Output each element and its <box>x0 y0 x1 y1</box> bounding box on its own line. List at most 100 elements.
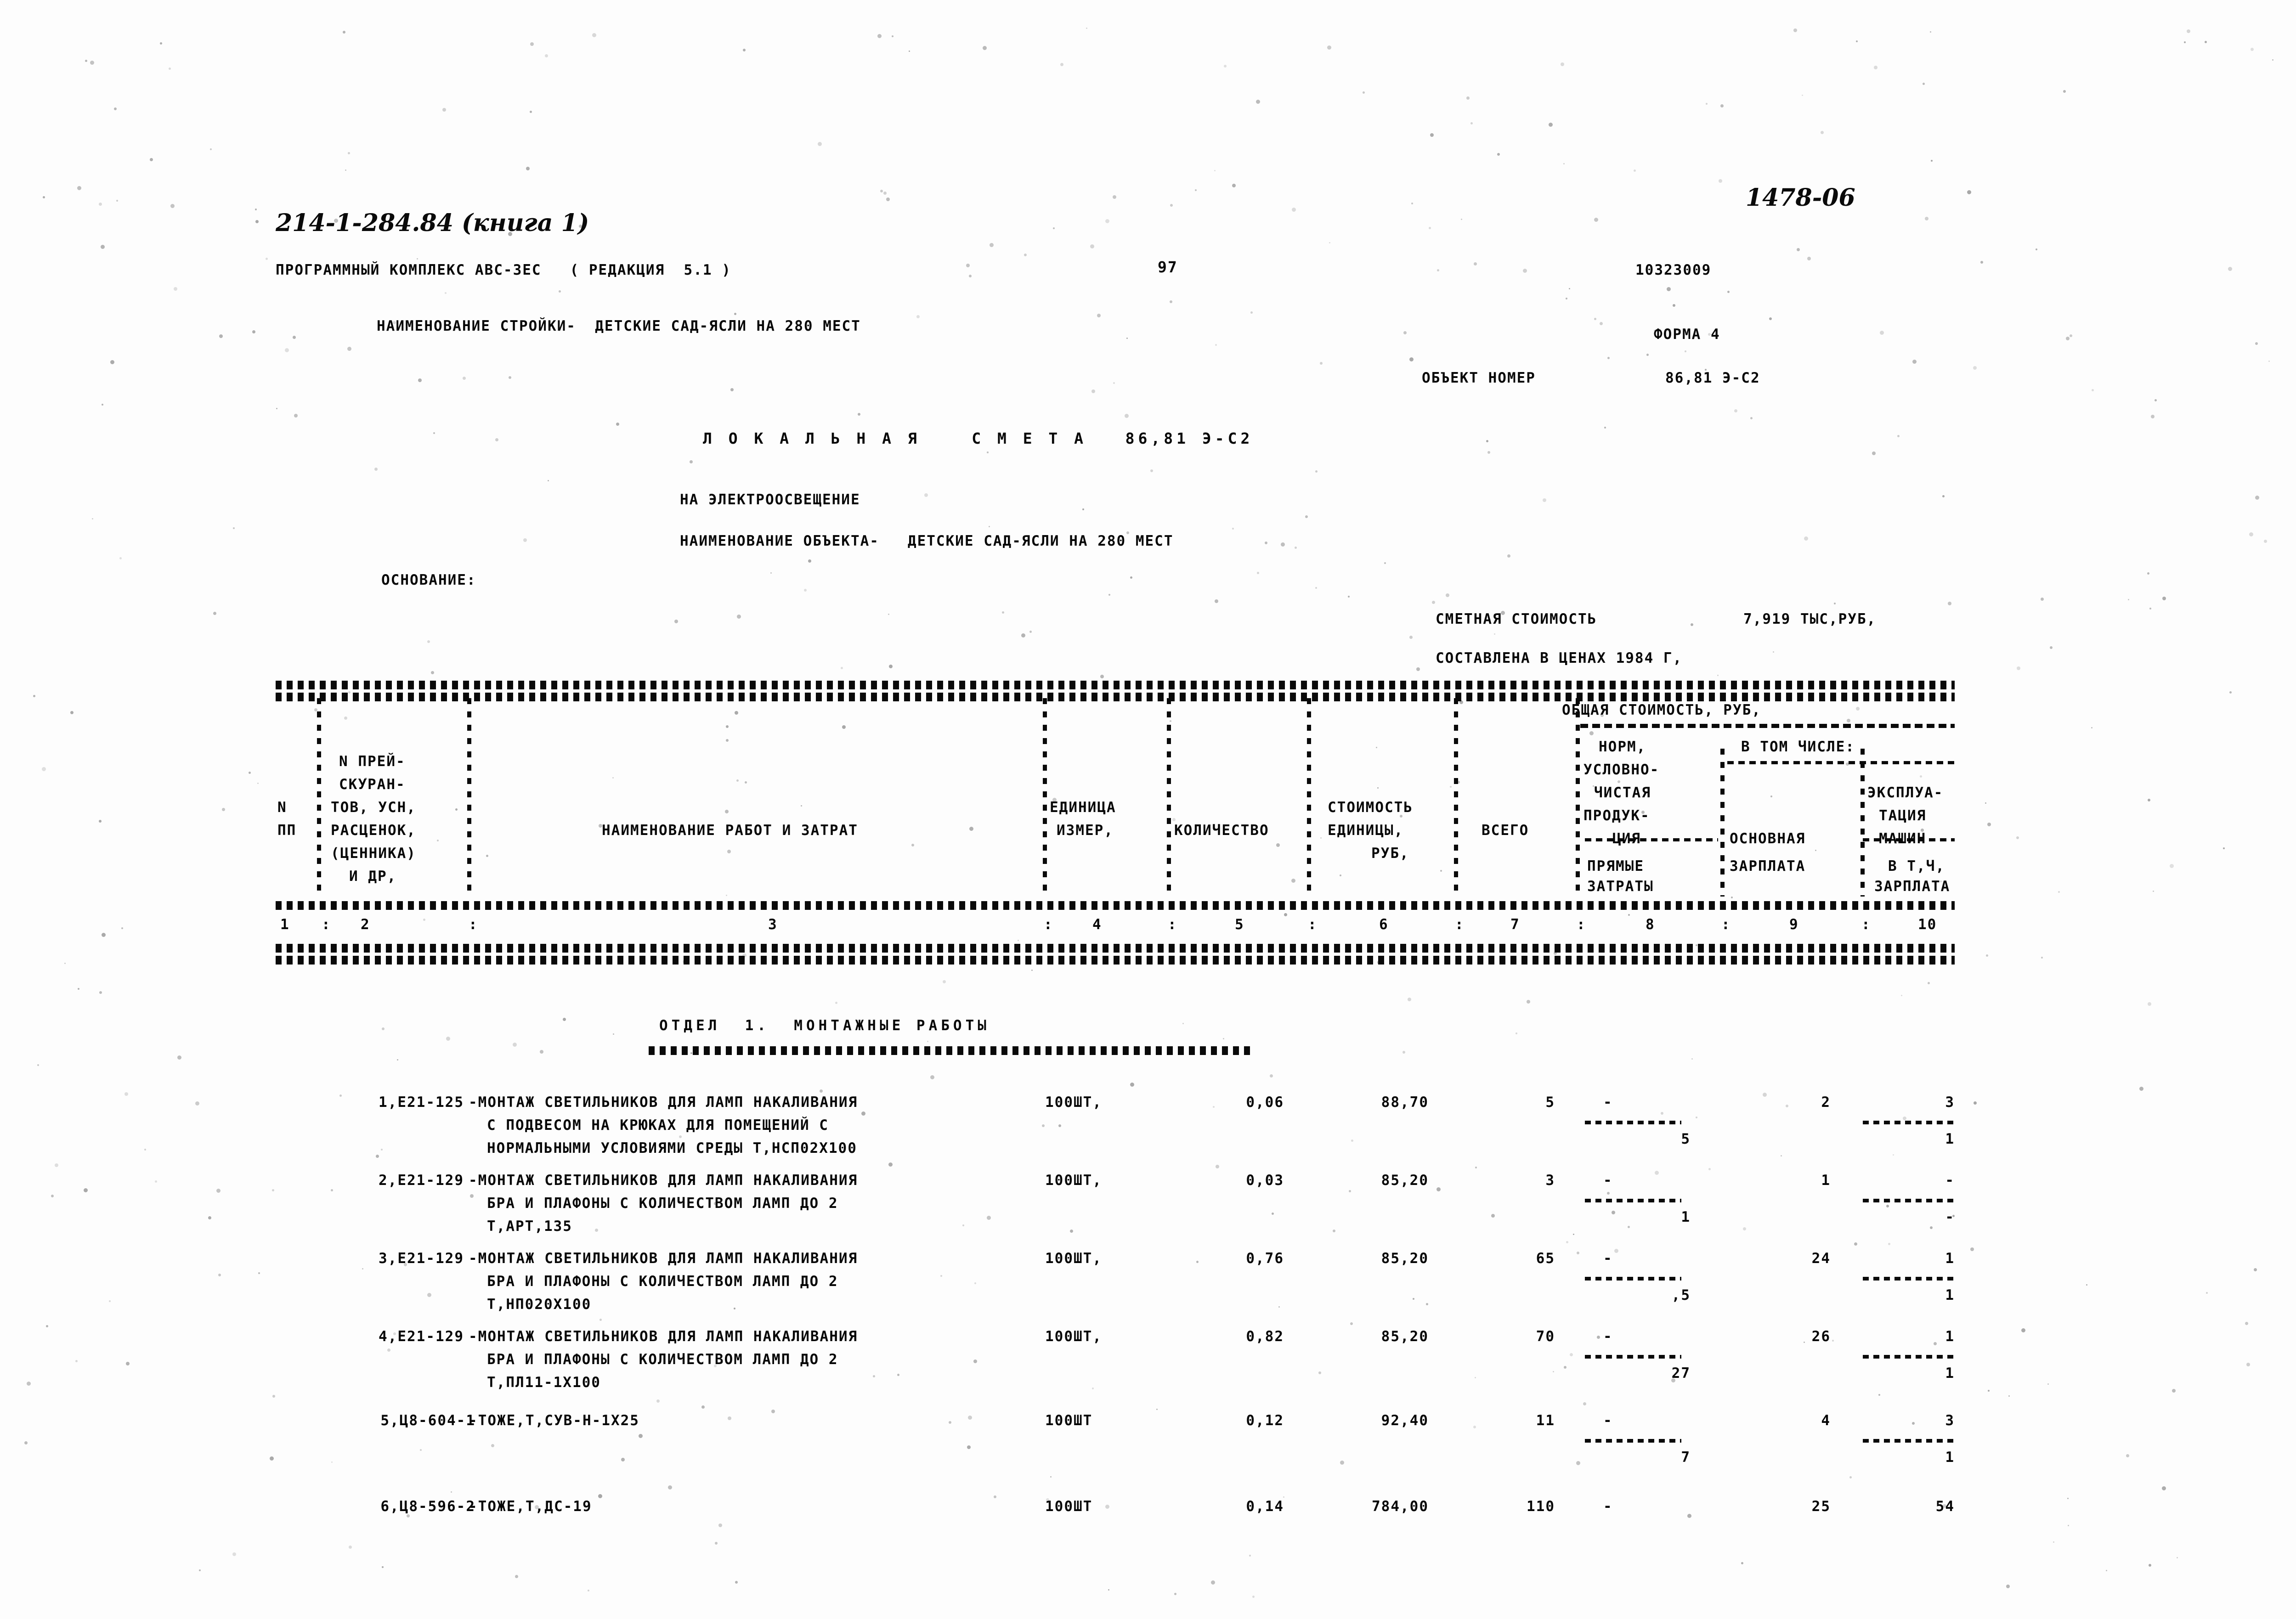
th-col8-line7: ЗАТРАТЫ <box>1587 878 1654 895</box>
row-desc-line: -МОНТАЖ СВЕТИЛЬНИКОВ ДЛЯ ЛАМП НАКАЛИВАНИ… <box>469 1172 858 1189</box>
vsep-col5 <box>1307 698 1311 897</box>
basis-label: ОСНОВАНИЕ: <box>381 572 476 588</box>
table-colnum-rule-bottom2 <box>276 956 1955 965</box>
row-net-product: - <box>1603 1172 1613 1189</box>
form-label: ФОРМА 4 <box>1654 326 1720 343</box>
row-machines-under: 1 <box>1945 1449 1955 1466</box>
row-code: 4,Е21-129 <box>379 1328 464 1345</box>
row-basic-wage: 2 <box>1821 1094 1831 1111</box>
row-machines: 3 <box>1945 1412 1955 1429</box>
row-unit-cost: 88,70 <box>1381 1094 1429 1111</box>
colnum-9: 9 <box>1789 916 1799 933</box>
row-net-underbar <box>1585 1439 1681 1443</box>
row-total: 11 <box>1536 1412 1555 1429</box>
colnum-1: 1 <box>280 916 290 933</box>
th-col6-line1: СТОИМОСТЬ <box>1328 799 1413 816</box>
th-col10-line1: ЭКСПЛУА- <box>1867 784 1944 801</box>
th-col8-line1: НОРМ, <box>1599 739 1646 755</box>
group-header-rule <box>1580 724 1955 728</box>
row-basic-wage: 4 <box>1821 1412 1831 1429</box>
table-top-rule-2 <box>276 693 1955 701</box>
row-machines-under: 1 <box>1945 1365 1955 1382</box>
row-unit: 100ШТ, <box>1045 1172 1102 1189</box>
vsep-col8 <box>1720 749 1725 897</box>
colnum-5: 5 <box>1235 916 1244 933</box>
vsep-col1 <box>317 698 321 897</box>
row-machines-under: 1 <box>1945 1287 1955 1303</box>
row-desc-line: БРА И ПЛАФОНЫ С КОЛИЧЕСТВОМ ЛАМП ДО 2 <box>487 1273 838 1290</box>
colnum-sep-4: : <box>1168 916 1177 933</box>
page-title: Л О К А Л Ь Н А Я С М Е Т А 86,81 Э-С2 <box>703 429 1254 447</box>
th-col10-line3: МАШИН <box>1879 830 1927 847</box>
row-desc-line: Т,ПЛ11-1Х100 <box>487 1374 601 1391</box>
th-col10-line5: ЗАРПЛАТА <box>1874 878 1951 895</box>
total-cost-label: СМЕТНАЯ СТОИМОСТЬ <box>1436 611 1597 627</box>
construction-name-line: НАИМЕНОВАНИЕ СТРОЙКИ- ДЕТСКИЕ САД-ЯСЛИ Н… <box>377 318 861 334</box>
th-col8-line4: ПРОДУК- <box>1583 807 1650 824</box>
row-qty: 0,06 <box>1246 1094 1284 1111</box>
row-net-product: - <box>1603 1250 1613 1267</box>
row-desc-line: С ПОДВЕСОМ НА КРЮКАХ ДЛЯ ПОМЕЩЕНИЙ С <box>487 1117 829 1134</box>
vsep-col4 <box>1167 698 1171 897</box>
row-total: 70 <box>1536 1328 1555 1345</box>
th-col9-line1: ОСНОВНАЯ <box>1730 830 1806 847</box>
row-mach-underbar <box>1863 1355 1955 1359</box>
row-qty: 0,82 <box>1246 1328 1284 1345</box>
row-unit-cost: 85,20 <box>1381 1250 1429 1267</box>
th-col3: НАИМЕНОВАНИЕ РАБОТ И ЗАТРАТ <box>602 822 858 839</box>
vsep-col6 <box>1454 698 1458 897</box>
row-basic-wage: 26 <box>1811 1328 1831 1345</box>
row-unit-cost: 85,20 <box>1381 1328 1429 1345</box>
row-machines: 54 <box>1935 1498 1955 1515</box>
vsep-col7 <box>1576 698 1580 897</box>
colnum-sep-2: : <box>469 916 478 933</box>
object-number-label: ОБЪЕКТ НОМЕР <box>1422 370 1536 386</box>
row-unit-cost: 92,40 <box>1381 1412 1429 1429</box>
row-code: 1,Е21-125 <box>379 1094 464 1111</box>
colnum-7: 7 <box>1510 916 1520 933</box>
row-machines: 3 <box>1945 1094 1955 1111</box>
section-title-rule <box>649 1046 1254 1055</box>
colnum-10: 10 <box>1918 916 1937 933</box>
row-code: 2,Е21-129 <box>379 1172 464 1189</box>
row-desc-line: -МОНТАЖ СВЕТИЛЬНИКОВ ДЛЯ ЛАМП НАКАЛИВАНИ… <box>469 1328 858 1345</box>
row-basic-wage: 24 <box>1811 1250 1831 1267</box>
vsep-col9 <box>1861 749 1865 897</box>
row-desc-line: БРА И ПЛАФОНЫ С КОЛИЧЕСТВОМ ЛАМП ДО 2 <box>487 1351 838 1368</box>
th-col1-pp: ПП <box>277 822 297 839</box>
row-machines: 1 <box>1945 1250 1955 1267</box>
row-desc-line: НОРМАЛЬНЫМИ УСЛОВИЯМИ СРЕДЫ Т,НСП02Х100 <box>487 1140 857 1156</box>
colnum-2: 2 <box>361 916 370 933</box>
row-unit-cost: 85,20 <box>1381 1172 1429 1189</box>
row-machines: - <box>1945 1172 1955 1189</box>
direct-costs-rule <box>1585 838 1718 841</box>
th-col6-line3: РУБ, <box>1371 845 1409 862</box>
row-net-product: - <box>1603 1498 1613 1515</box>
colnum-sep-9: : <box>1861 916 1871 933</box>
row-desc-line: Т,НП020Х100 <box>487 1296 592 1313</box>
row-qty: 0,12 <box>1246 1412 1284 1429</box>
row-machines-under: - <box>1945 1209 1955 1225</box>
row-mach-underbar <box>1863 1199 1955 1202</box>
row-mach-underbar <box>1863 1121 1955 1124</box>
table-colnum-rule-top <box>276 901 1955 910</box>
row-mach-underbar <box>1863 1439 1955 1443</box>
th-group-title: ОБЩАЯ СТОИМОСТЬ, РУБ, <box>1562 702 1761 718</box>
row-net-product: - <box>1603 1094 1613 1111</box>
row-desc-line: -МОНТАЖ СВЕТИЛЬНИКОВ ДЛЯ ЛАМП НАКАЛИВАНИ… <box>469 1250 858 1267</box>
th-col5: КОЛИЧЕСТВО <box>1174 822 1269 839</box>
row-qty: 0,76 <box>1246 1250 1284 1267</box>
colnum-sep-6: : <box>1455 916 1465 933</box>
row-total: 5 <box>1545 1094 1555 1111</box>
row-total: 65 <box>1536 1250 1555 1267</box>
row-code: 5,Ц8-604-1 <box>380 1412 475 1429</box>
row-net-product: - <box>1603 1328 1613 1345</box>
th-col8-line3: ЧИСТАЯ <box>1594 784 1651 801</box>
row-net-underbar <box>1585 1199 1681 1202</box>
th-col2-line4: РАСЦЕНОК, <box>331 822 416 839</box>
th-col2-line6: И ДР, <box>349 868 397 885</box>
object-number-value: 86,81 Э-С2 <box>1665 370 1760 386</box>
th-col7: ВСЕГО <box>1482 822 1529 839</box>
row-net-product-under: ,5 <box>1671 1287 1691 1303</box>
archive-mark: 1478-06 <box>1746 184 1855 212</box>
